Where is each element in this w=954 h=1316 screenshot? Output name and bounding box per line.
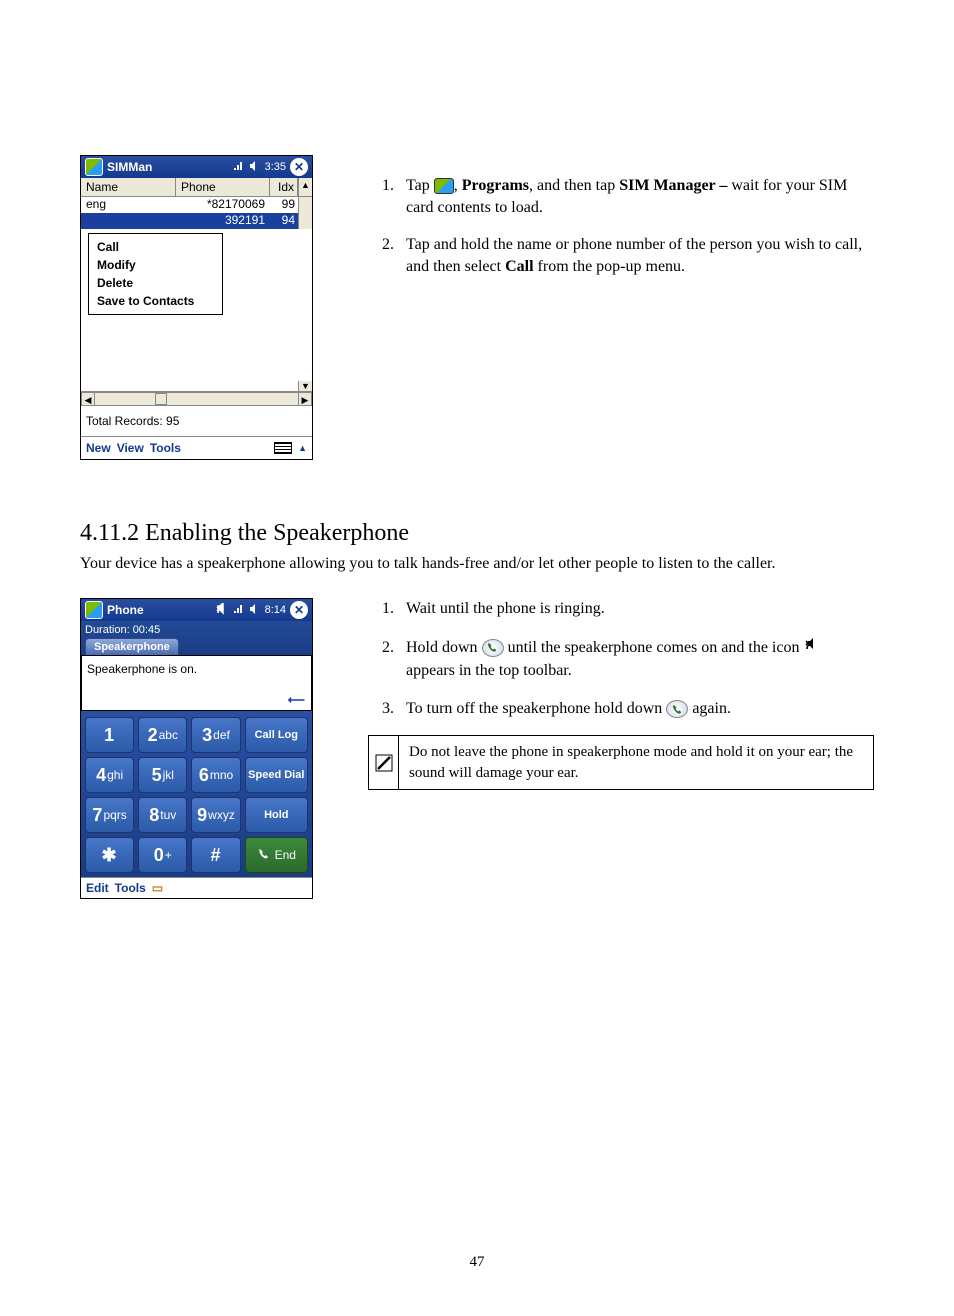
speaker-icon — [249, 160, 261, 175]
col-idx: Idx — [270, 178, 298, 196]
key-7[interactable]: 7pqrs — [85, 797, 134, 833]
page-number: 47 — [0, 1254, 954, 1271]
total-records: Total Records: 95 — [81, 406, 312, 436]
table-header: Name Phone Idx ▲ — [81, 178, 312, 197]
key-1[interactable]: 1 — [85, 717, 134, 753]
menu-item-call[interactable]: Call — [89, 238, 222, 256]
end-button[interactable]: End — [245, 837, 308, 873]
speakerphone-icon — [215, 603, 229, 618]
speaker-icon — [249, 603, 261, 618]
speakerphone-tab: Speakerphone — [85, 638, 179, 655]
signal-icon — [233, 603, 245, 618]
instructions-1: Tap , Programs, and then tap SIM Manager… — [368, 155, 874, 293]
step-1: Wait until the phone is ringing. — [398, 598, 874, 620]
key-0[interactable]: 0+ — [138, 837, 187, 873]
menubar: New View Tools ▲ — [81, 436, 312, 459]
context-menu: Call Modify Delete Save to Contacts — [88, 233, 223, 315]
col-name: Name — [81, 178, 176, 196]
caution-icon — [369, 736, 399, 789]
hold-button[interactable]: Hold — [245, 797, 308, 833]
table-row: eng *82170069 99 — [81, 197, 312, 213]
menu-item-modify[interactable]: Modify — [89, 256, 222, 274]
menu-up-icon: ▲ — [298, 443, 307, 453]
col-phone: Phone — [176, 178, 270, 196]
clock: 3:35 — [265, 161, 286, 173]
menu-view[interactable]: View — [117, 441, 144, 455]
notes-icon[interactable]: ▭ — [152, 881, 163, 895]
message-area: Speakerphone is on. ⟵ — [81, 655, 312, 711]
keypad: 1 2abc 3def Call Log 4ghi 5jkl 6mno Spee… — [81, 711, 312, 877]
caution-note: Do not leave the phone in speakerphone m… — [368, 735, 874, 790]
talk-button-icon — [666, 700, 688, 718]
phone-status-area: Duration: 00:45 Speakerphone — [81, 621, 312, 655]
talk-button-icon — [482, 639, 504, 657]
start-icon — [434, 178, 454, 194]
menu-edit[interactable]: Edit — [86, 881, 109, 895]
key-hash[interactable]: # — [191, 837, 240, 873]
step-2: Hold down until the speakerphone comes o… — [398, 636, 874, 682]
menu-item-delete[interactable]: Delete — [89, 274, 222, 292]
caution-text: Do not leave the phone in speakerphone m… — [399, 736, 873, 789]
table-body: eng *82170069 99 392191 94 Call Modify D… — [81, 197, 312, 392]
step-1: Tap , Programs, and then tap SIM Manager… — [398, 175, 874, 218]
menu-item-save[interactable]: Save to Contacts — [89, 292, 222, 310]
status-icons: 3:35 ✕ — [233, 158, 308, 176]
status-icons: 8:14 ✕ — [215, 601, 308, 619]
speed-dial-button[interactable]: Speed Dial — [245, 757, 308, 793]
speakerphone-icon — [803, 636, 821, 661]
key-6[interactable]: 6mno — [191, 757, 240, 793]
keyboard-icon[interactable] — [274, 442, 292, 454]
key-8[interactable]: 8tuv — [138, 797, 187, 833]
step-2: Tap and hold the name or phone number of… — [398, 234, 874, 277]
menubar: Edit Tools ▭ — [81, 877, 312, 898]
horizontal-scrollbar: ◀ ▶ — [81, 392, 312, 406]
titlebar: Phone 8:14 ✕ — [81, 599, 312, 621]
menu-new[interactable]: New — [86, 441, 111, 455]
clock: 8:14 — [265, 604, 286, 616]
signal-icon — [233, 160, 245, 175]
titlebar: SIMMan 3:35 ✕ — [81, 156, 312, 178]
sim-manager-screenshot: SIMMan 3:35 ✕ Name Phone Idx ▲ — [80, 155, 313, 460]
handset-icon — [257, 847, 271, 864]
app-title: Phone — [107, 603, 211, 617]
key-9[interactable]: 9wxyz — [191, 797, 240, 833]
section-heading: 4.11.2 Enabling the Speakerphone — [80, 520, 874, 547]
step-3: To turn off the speakerphone hold down a… — [398, 698, 874, 720]
close-icon: ✕ — [290, 601, 308, 619]
menu-tools[interactable]: Tools — [115, 881, 146, 895]
start-icon — [85, 601, 103, 619]
key-3[interactable]: 3def — [191, 717, 240, 753]
key-star[interactable]: ✱ — [85, 837, 134, 873]
close-icon: ✕ — [290, 158, 308, 176]
scroll-down-icon: ▼ — [298, 381, 312, 391]
speakerphone-msg: Speakerphone is on. — [87, 662, 197, 676]
start-icon — [85, 158, 103, 176]
call-log-button[interactable]: Call Log — [245, 717, 308, 753]
table-row: 392191 94 — [81, 213, 312, 229]
scroll-up-icon: ▲ — [298, 178, 312, 196]
backspace-icon[interactable]: ⟵ — [288, 693, 305, 707]
key-4[interactable]: 4ghi — [85, 757, 134, 793]
key-5[interactable]: 5jkl — [138, 757, 187, 793]
app-title: SIMMan — [107, 160, 229, 174]
duration-label: Duration: 00:45 — [85, 624, 308, 636]
menu-tools[interactable]: Tools — [150, 441, 181, 455]
scroll-left-icon: ◀ — [81, 392, 95, 406]
section-subhead: Your device has a speakerphone allowing … — [80, 555, 874, 573]
key-2[interactable]: 2abc — [138, 717, 187, 753]
scroll-right-icon: ▶ — [298, 392, 312, 406]
instructions-2: Wait until the phone is ringing. Hold do… — [368, 598, 874, 790]
phone-screenshot: Phone 8:14 ✕ Duration: 00:45 — [80, 598, 313, 899]
